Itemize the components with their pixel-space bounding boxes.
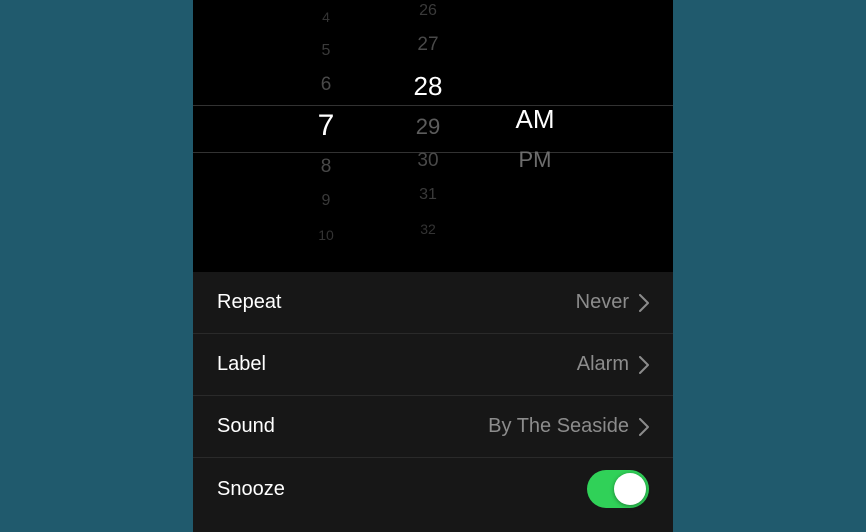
chevron-right-icon: [639, 356, 649, 374]
hour-option[interactable]: 4: [291, 0, 361, 34]
repeat-value: Never: [576, 291, 649, 314]
label-value-text: Alarm: [577, 353, 629, 376]
sound-row[interactable]: Sound By The Seaside: [193, 396, 673, 458]
label-label: Label: [217, 353, 266, 376]
hour-option[interactable]: 8: [291, 150, 361, 184]
meridiem-option[interactable]: PM: [495, 143, 575, 177]
hour-option[interactable]: 10: [291, 218, 361, 252]
sound-value: By The Seaside: [488, 415, 649, 438]
minute-option[interactable]: 29: [393, 110, 463, 144]
minute-option[interactable]: 27: [393, 28, 463, 62]
snooze-row: Snooze: [193, 458, 673, 520]
minute-option-selected[interactable]: 28: [393, 62, 463, 110]
label-value: Alarm: [577, 353, 649, 376]
hour-option[interactable]: 5: [291, 34, 361, 68]
repeat-value-text: Never: [576, 291, 629, 314]
alarm-settings-list: Repeat Never Label Alarm Sound By The Se…: [193, 272, 673, 532]
meridiem-column[interactable]: AM PM: [495, 0, 575, 272]
chevron-right-icon: [639, 418, 649, 436]
toggle-knob: [614, 473, 646, 505]
sound-value-text: By The Seaside: [488, 415, 629, 438]
hour-option[interactable]: 9: [291, 184, 361, 218]
hour-option-selected[interactable]: 7: [291, 102, 361, 150]
minute-option[interactable]: 30: [393, 144, 463, 178]
minute-option[interactable]: 32: [393, 212, 463, 246]
time-picker[interactable]: 4 5 6 7 8 9 10 25 26 27 28 29 30 31: [193, 0, 673, 272]
snooze-label: Snooze: [217, 478, 285, 501]
alarm-edit-screen: 4 5 6 7 8 9 10 25 26 27 28 29 30 31: [193, 0, 673, 532]
minute-column[interactable]: 25 26 27 28 29 30 31 32: [393, 0, 463, 272]
minute-option[interactable]: 26: [393, 0, 463, 28]
repeat-label: Repeat: [217, 291, 282, 314]
snooze-toggle[interactable]: [587, 470, 649, 508]
repeat-row[interactable]: Repeat Never: [193, 272, 673, 334]
chevron-right-icon: [639, 294, 649, 312]
hour-column[interactable]: 4 5 6 7 8 9 10: [291, 0, 361, 272]
meridiem-option-selected[interactable]: AM: [495, 95, 575, 143]
hour-option[interactable]: 6: [291, 68, 361, 102]
minute-option[interactable]: 31: [393, 178, 463, 212]
picker-columns: 4 5 6 7 8 9 10 25 26 27 28 29 30 31: [193, 0, 673, 272]
label-row[interactable]: Label Alarm: [193, 334, 673, 396]
sound-label: Sound: [217, 415, 275, 438]
